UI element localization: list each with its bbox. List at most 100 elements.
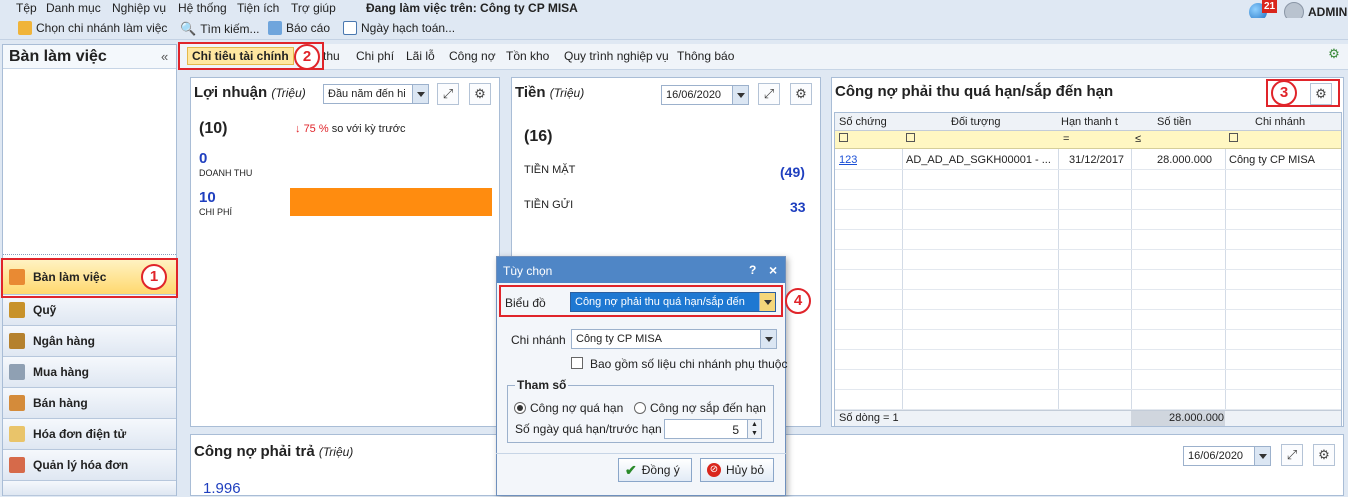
tab-profit-loss[interactable]: Lãi lỗ — [406, 49, 435, 63]
branch-select[interactable]: Công ty CP MISA — [571, 329, 777, 349]
badge-1: 1 — [141, 264, 167, 290]
empty-row — [835, 310, 1341, 330]
cash-icon — [9, 302, 25, 318]
empty-row — [835, 390, 1341, 410]
profit-period-value: Đầu năm đến hi — [328, 88, 406, 100]
due-soon-radio[interactable] — [634, 402, 646, 414]
badge-3: 3 — [1271, 80, 1297, 106]
tab-expense[interactable]: Chi phí — [356, 49, 394, 63]
nav-cash-label: Quỹ — [33, 303, 57, 317]
report-icon — [268, 21, 282, 35]
tab-notifications[interactable]: Thông báo — [677, 49, 734, 63]
expense-label: CHI PHÍ — [199, 207, 233, 217]
nav-more[interactable] — [3, 481, 176, 496]
left-panel-title: Bàn làm việc — [9, 48, 107, 65]
menu-system[interactable]: Hệ thống — [178, 1, 227, 15]
cancel-button[interactable]: ⊘ Hủy bỏ — [700, 458, 774, 482]
tab-revenue[interactable]: thu — [323, 49, 340, 63]
cash-unit: (Triệu) — [549, 86, 585, 100]
nav-purchase-label: Mua hàng — [33, 365, 89, 379]
bank-icon — [9, 333, 25, 349]
highlight-chart-select — [499, 285, 783, 317]
gear-icon[interactable]: ⚙ — [469, 83, 491, 105]
tab-settings-gear-icon[interactable]: ⚙ — [1324, 45, 1344, 65]
menu-help[interactable]: Trợ giúp — [291, 1, 336, 15]
profit-title-text: Lợi nhuận — [194, 84, 268, 101]
expand-icon[interactable]: ⤢ — [437, 83, 459, 105]
arrow-down-icon: ↓ — [295, 123, 301, 135]
profit-unit: (Triệu) — [271, 86, 306, 100]
filter-op-le[interactable]: ≤ — [1135, 133, 1141, 145]
revenue-label: DOANH THU — [199, 168, 253, 178]
close-icon[interactable]: × — [769, 262, 777, 278]
invoice-mgmt-icon — [9, 457, 25, 473]
due-soon-label: Công nợ sắp đến hạn — [650, 401, 766, 415]
col-branch[interactable]: Chi nhánh — [1255, 116, 1305, 128]
nav-invoice-mgmt-label: Quản lý hóa đơn — [33, 458, 129, 472]
menu-utilities[interactable]: Tiện ích — [237, 1, 279, 15]
tab-inventory[interactable]: Tồn kho — [506, 49, 549, 63]
row-due-date: 31/12/2017 — [1069, 154, 1125, 166]
ok-button[interactable]: ✔ Đồng ý — [618, 458, 692, 482]
posting-date-button[interactable]: Ngày hạch toán... — [343, 21, 455, 35]
tab-business-process[interactable]: Quy trình nghiệp vụ — [564, 49, 669, 63]
payable-title-text: Công nợ phải trả — [194, 443, 315, 460]
search-button[interactable]: 🔍 Tìm kiếm... — [180, 21, 260, 37]
profit-period-select[interactable]: Đầu năm đến hi — [323, 84, 429, 104]
nav-bank-label: Ngân hàng — [33, 334, 95, 348]
col-due-date[interactable]: Hạn thanh t — [1061, 116, 1118, 128]
expand-icon[interactable]: ⤢ — [1281, 444, 1303, 466]
sales-icon — [9, 395, 25, 411]
revenue-value: 0 — [199, 150, 208, 167]
row-amount: 28.000.000 — [1157, 154, 1213, 166]
filter-op-equal[interactable]: = — [1063, 133, 1069, 145]
days-stepper[interactable]: 5 ▲ ▼ — [664, 419, 762, 439]
expense-bar-track — [290, 188, 492, 216]
nav-invoice-mgmt[interactable]: Quản lý hóa đơn — [3, 450, 176, 481]
stepper-arrows-icon[interactable]: ▲ ▼ — [747, 420, 761, 438]
cash-date-select[interactable]: 16/06/2020 — [661, 85, 749, 105]
col-amount[interactable]: Số tiền — [1157, 116, 1191, 128]
nav-bank[interactable]: Ngân hàng — [3, 326, 176, 357]
collapse-button[interactable]: « — [161, 49, 168, 64]
doc-link[interactable]: 123 — [839, 154, 857, 166]
profit-value: (10) — [199, 120, 228, 137]
col-doc-no[interactable]: Số chứng — [839, 116, 887, 128]
chevron-down-icon — [732, 86, 748, 104]
col-object[interactable]: Đối tượng — [951, 116, 1000, 128]
include-sub-checkbox[interactable] — [571, 357, 583, 369]
menu-file[interactable]: Tệp — [16, 1, 37, 15]
report-button[interactable]: Báo cáo — [268, 21, 330, 35]
filter-icon[interactable] — [1229, 133, 1238, 142]
menu-operations[interactable]: Nghiệp vụ — [112, 1, 166, 15]
gear-icon[interactable]: ⚙ — [790, 83, 812, 105]
cash-total: (16) — [524, 128, 553, 145]
gear-icon[interactable]: ⚙ — [1313, 444, 1335, 466]
cancel-label: Hủy bỏ — [726, 463, 765, 477]
overdue-radio[interactable] — [514, 402, 526, 414]
menu-catalog[interactable]: Danh mục — [46, 1, 101, 15]
empty-row — [835, 190, 1341, 210]
empty-row — [835, 250, 1341, 270]
expand-icon[interactable]: ⤢ — [758, 83, 780, 105]
filter-row[interactable]: = ≤ — [835, 131, 1341, 149]
profit-panel: Lợi nhuận (Triệu) Đầu năm đến hi ⤢ ⚙ (10… — [190, 77, 500, 427]
nav-sales[interactable]: Bán hàng — [3, 388, 176, 419]
badge-2: 2 — [294, 44, 320, 70]
filter-icon[interactable] — [906, 133, 915, 142]
nav-purchase[interactable]: Mua hàng — [3, 357, 176, 388]
help-icon[interactable]: ? — [749, 263, 756, 277]
overdue-label: Công nợ quá hạn — [530, 401, 624, 415]
filter-icon[interactable] — [839, 133, 848, 142]
nav-cash[interactable]: Quỹ — [3, 295, 176, 326]
payable-date-select[interactable]: 16/06/2020 — [1183, 446, 1271, 466]
user-name[interactable]: ADMIN — [1308, 5, 1347, 19]
days-value: 5 — [732, 423, 739, 437]
cash-date-value: 16/06/2020 — [666, 89, 722, 101]
table-row[interactable]: 123 AD_AD_AD_SGKH00001 - ... 31/12/2017 … — [835, 150, 1341, 170]
nav-einvoice[interactable]: Hóa đơn điện tử — [3, 419, 176, 450]
nav-sales-label: Bán hàng — [33, 396, 88, 410]
tab-debt[interactable]: Công nợ — [449, 49, 496, 63]
choose-branch-button[interactable]: Chọn chi nhánh làm việc — [18, 21, 167, 35]
einvoice-icon — [9, 426, 25, 442]
